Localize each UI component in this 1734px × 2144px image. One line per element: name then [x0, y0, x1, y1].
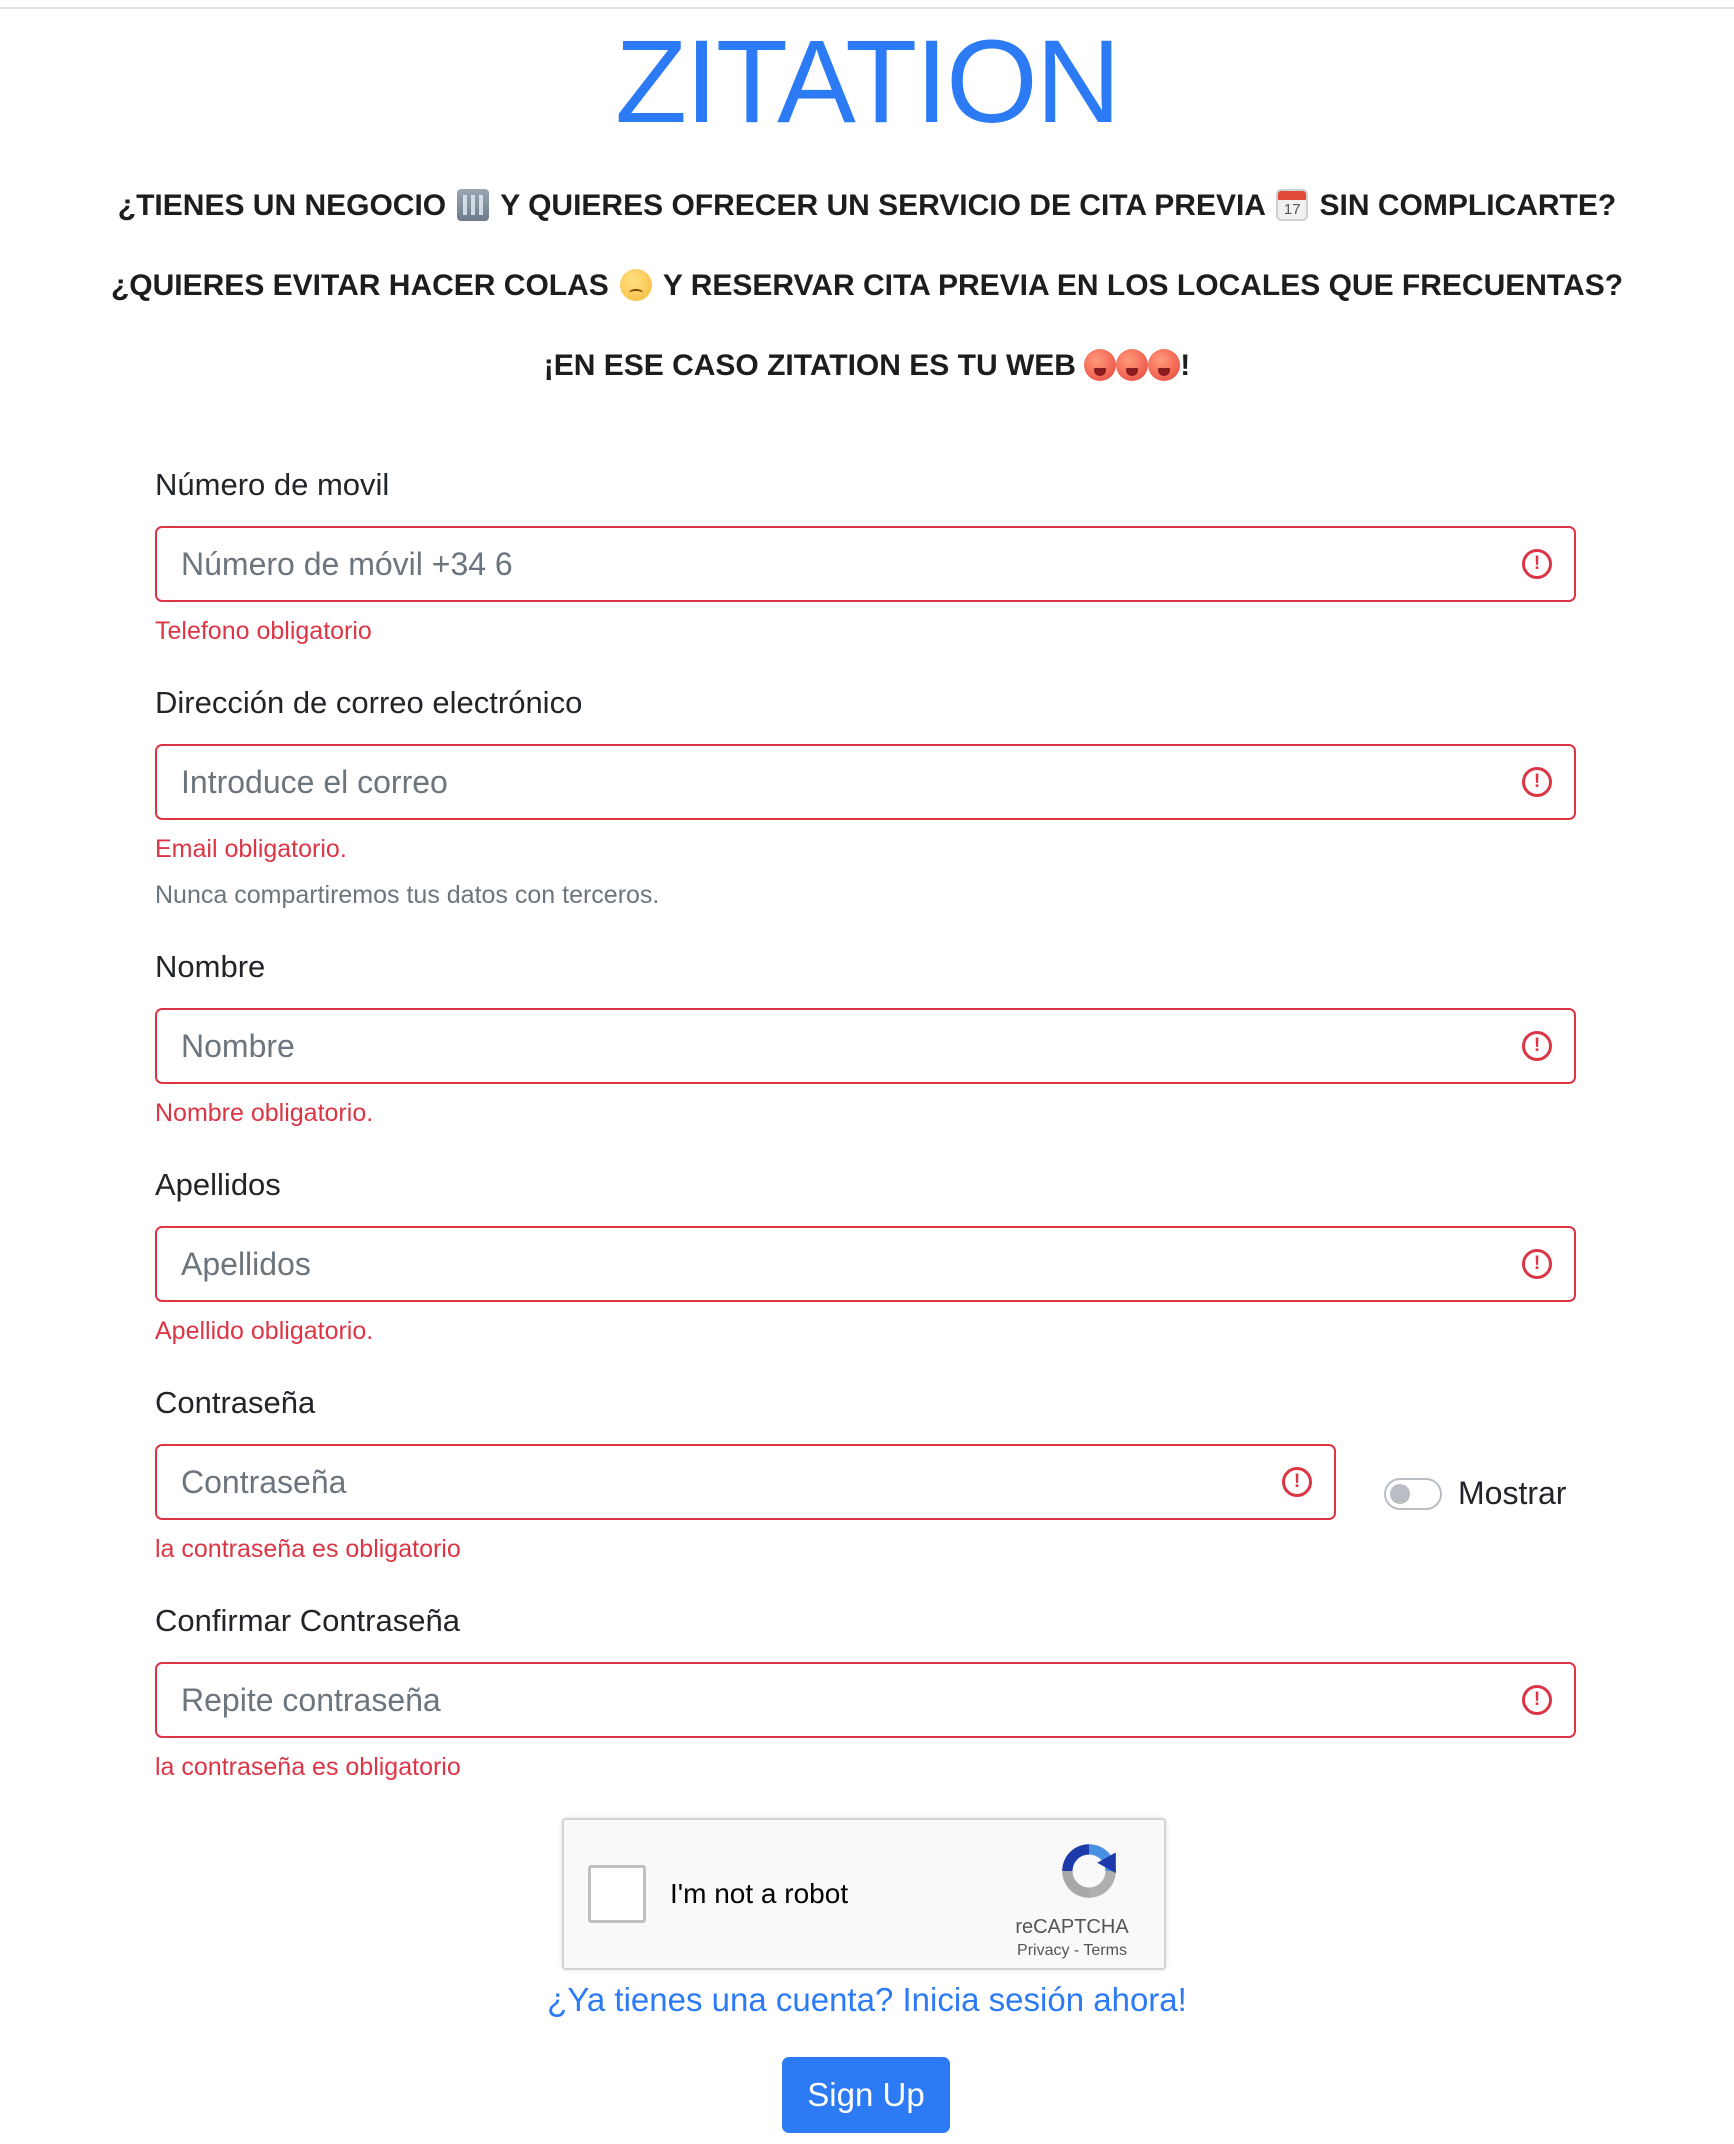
- first-name-error: Nombre obligatorio.: [155, 1099, 374, 1127]
- confirm-password-label: Confirmar Contraseña: [155, 1603, 460, 1638]
- tagline-customer: ¿QUIERES EVITAR HACER COLAS Y RESERVAR C…: [0, 269, 1734, 303]
- recaptcha-logo-icon: [1062, 1844, 1116, 1898]
- password-field-box: !: [155, 1444, 1336, 1520]
- last-name-field-box: !: [155, 1226, 1576, 1302]
- tagline-cta-part2: !: [1180, 349, 1191, 382]
- first-name-label: Nombre: [155, 949, 266, 984]
- tagline-business-part2: Y QUIERES OFRECER UN SERVICIO DE CITA PR…: [500, 189, 1265, 222]
- error-exclamation-icon: !: [1282, 1467, 1312, 1497]
- confirm-password-error: la contraseña es obligatorio: [155, 1753, 461, 1781]
- first-name-input[interactable]: [181, 1027, 1494, 1065]
- phone-error: Telefono obligatorio: [155, 617, 372, 645]
- email-field-box: !: [155, 744, 1576, 820]
- recaptcha-widget: I'm not a robot reCAPTCHA Privacy - Term…: [562, 1818, 1166, 1970]
- tagline-customer-part2: Y RESERVAR CITA PREVIA EN LOS LOCALES QU…: [662, 269, 1624, 302]
- hot-face-emoji-icon: [1084, 349, 1117, 381]
- password-label: Contraseña: [155, 1385, 316, 1420]
- first-name-field-box: !: [155, 1008, 1576, 1084]
- office-building-emoji-icon: [457, 189, 490, 221]
- show-password-toggle[interactable]: [1384, 1478, 1442, 1510]
- last-name-label: Apellidos: [155, 1167, 281, 1202]
- tagline-business: ¿TIENES UN NEGOCIO Y QUIERES OFRECER UN …: [0, 189, 1734, 223]
- error-exclamation-icon: !: [1522, 767, 1552, 797]
- calendar-emoji-icon: [1276, 189, 1309, 221]
- last-name-input[interactable]: [181, 1245, 1494, 1283]
- email-input[interactable]: [181, 763, 1494, 801]
- tagline-customer-part1: ¿QUIERES EVITAR HACER COLAS: [110, 269, 609, 302]
- recaptcha-terms-link[interactable]: Terms: [1083, 1942, 1127, 1959]
- phone-label: Número de movil: [155, 467, 390, 502]
- recaptcha-label: I'm not a robot: [670, 1878, 849, 1909]
- password-error: la contraseña es obligatorio: [155, 1535, 461, 1563]
- error-exclamation-icon: !: [1522, 1249, 1552, 1279]
- hot-face-emoji-icon: [1116, 349, 1149, 381]
- email-label: Dirección de correo electrónico: [155, 685, 583, 720]
- top-divider: [0, 7, 1734, 9]
- show-password-label[interactable]: Mostrar: [1458, 1475, 1566, 1512]
- hot-face-emoji-icon: [1148, 349, 1181, 381]
- tagline-business-part1: ¿TIENES UN NEGOCIO: [117, 189, 447, 222]
- password-input[interactable]: [181, 1463, 1254, 1501]
- recaptcha-links: Privacy - Terms: [1002, 1942, 1142, 1960]
- recaptcha-privacy-link[interactable]: Privacy: [1017, 1942, 1069, 1959]
- confirm-password-input[interactable]: [181, 1681, 1494, 1719]
- brand-title: ZITATION: [615, 16, 1121, 148]
- error-exclamation-icon: !: [1522, 549, 1552, 579]
- login-link[interactable]: ¿Ya tienes una cuenta? Inicia sesión aho…: [0, 1981, 1734, 2019]
- recaptcha-links-separator: -: [1069, 1942, 1084, 1959]
- error-exclamation-icon: !: [1522, 1685, 1552, 1715]
- tagline-cta-part1: ¡EN ESE CASO ZITATION ES TU WEB: [543, 349, 1076, 382]
- email-error: Email obligatorio.: [155, 835, 347, 863]
- sign-up-button[interactable]: Sign Up: [782, 2057, 950, 2133]
- error-exclamation-icon: !: [1522, 1031, 1552, 1061]
- confirm-password-field-box: !: [155, 1662, 1576, 1738]
- last-name-error: Apellido obligatorio.: [155, 1317, 374, 1345]
- phone-input[interactable]: [181, 545, 1494, 583]
- email-help-text: Nunca compartiremos tus datos con tercer…: [155, 881, 660, 909]
- tagline-business-part3: SIN COMPLICARTE?: [1319, 189, 1617, 222]
- phone-field-box: !: [155, 526, 1576, 602]
- tagline-cta: ¡EN ESE CASO ZITATION ES TU WEB !: [0, 349, 1734, 383]
- recaptcha-brand: reCAPTCHA: [1015, 1916, 1129, 1938]
- recaptcha-checkbox[interactable]: [588, 1865, 646, 1923]
- sad-sweat-face-emoji-icon: [620, 269, 653, 301]
